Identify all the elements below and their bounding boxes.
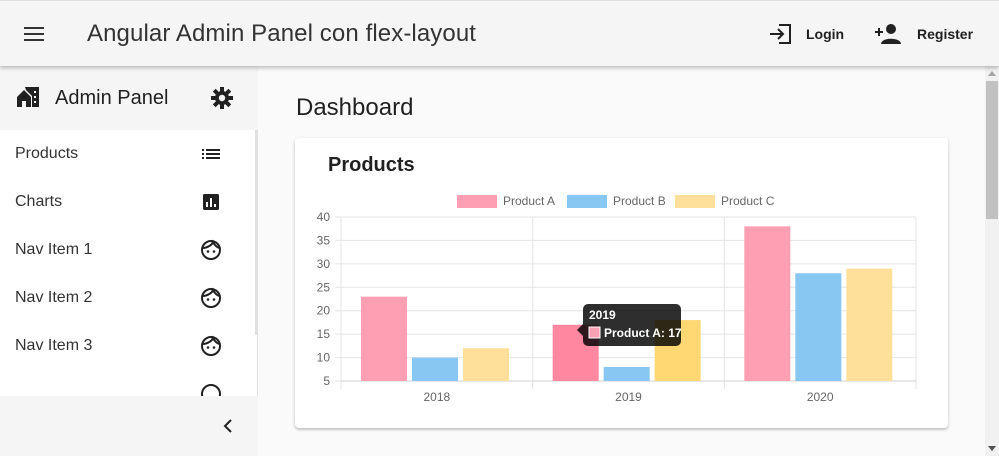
bar-chart-icon [203,194,219,210]
legend-swatch [567,195,607,208]
legend-label: Product C [721,194,775,208]
sidebar-header: Admin Panel [0,66,258,130]
x-tick-label: 2018 [423,390,450,404]
tooltip-title: 2019 [589,308,616,322]
nav-list: Products Charts Nav Item 1 Nav Item 2 Na… [0,130,256,396]
x-tick-label: 2020 [807,390,834,404]
y-tick-label: 25 [317,280,331,294]
face-icon [201,239,221,260]
sidebar-item-products[interactable]: Products [0,130,256,178]
login-icon [770,24,791,44]
bar [795,273,842,381]
sidebar-item-label: Nav Item 1 [15,241,93,258]
legend-swatch [457,195,497,208]
y-tick-label: 20 [317,304,331,318]
tooltip-label: Product A: 17 [604,326,682,340]
y-tick-label: 10 [317,351,331,365]
sidebar-item-partial[interactable] [0,370,256,396]
home-work-icon [17,87,39,107]
y-tick-label: 30 [317,257,331,271]
y-tick-label: 40 [317,210,331,224]
y-tick-label: 35 [317,233,331,247]
sidebar-scrollbar[interactable] [255,130,258,335]
sidebar-item-nav-item-3[interactable]: Nav Item 3 [0,322,256,370]
bar [744,226,791,381]
sidebar: Admin Panel Products Charts Nav Item 1 N… [0,66,258,456]
sidebar-item-label: Nav Item 3 [15,337,93,354]
face-icon [201,335,221,356]
person-add-icon [875,24,901,44]
bar [412,357,458,381]
sidebar-item-nav-item-2[interactable]: Nav Item 2 [0,274,256,322]
main-content: Dashboard Products Product A Product B Pro… [259,66,984,456]
face-icon [201,287,221,308]
app-title: Angular Admin Panel con flex-layout [87,20,477,47]
bar [603,366,650,381]
menu-icon [24,27,44,41]
login-button[interactable]: Login [768,17,844,51]
legend-swatch [675,195,715,208]
x-tick-label: 2019 [615,390,642,404]
page-scrollbar[interactable] [985,66,999,456]
products-card: Products Product A Product B Product C 5 10 1… [295,138,948,428]
face-icon [201,384,221,396]
bar [846,268,893,381]
register-button[interactable]: Register [875,17,973,51]
y-tick-label: 5 [323,374,330,388]
top-toolbar: Angular Admin Panel con flex-layout Logi… [0,0,999,66]
sidebar-footer [0,396,258,456]
legend-label: Product A [503,194,555,208]
chevron-left-icon[interactable] [218,416,238,436]
bar [463,348,509,381]
legend-label: Product B [613,194,666,208]
list-icon [202,149,220,159]
page-title: Dashboard [296,94,414,121]
scroll-down-arrow[interactable] [988,446,996,451]
sidebar-item-label: Charts [15,193,63,210]
sidebar-item-label: Nav Item 2 [15,289,93,306]
tooltip-swatch [588,326,601,339]
scroll-up-arrow[interactable] [988,71,996,76]
gear-icon[interactable] [210,86,234,110]
menu-button[interactable] [18,18,50,50]
products-bar-chart[interactable]: Product A Product B Product C 5 10 15 20 25 30 35… [295,138,948,428]
sidebar-item-nav-item-1[interactable]: Nav Item 1 [0,226,256,274]
sidebar-title: Admin Panel [55,87,169,109]
y-tick-label: 15 [317,327,331,341]
bar [361,296,407,381]
register-label: Register [917,26,974,42]
sidebar-item-charts[interactable]: Charts [0,178,256,226]
scroll-thumb[interactable] [986,81,998,219]
sidebar-item-label: Products [15,145,79,162]
login-label: Login [806,26,845,42]
